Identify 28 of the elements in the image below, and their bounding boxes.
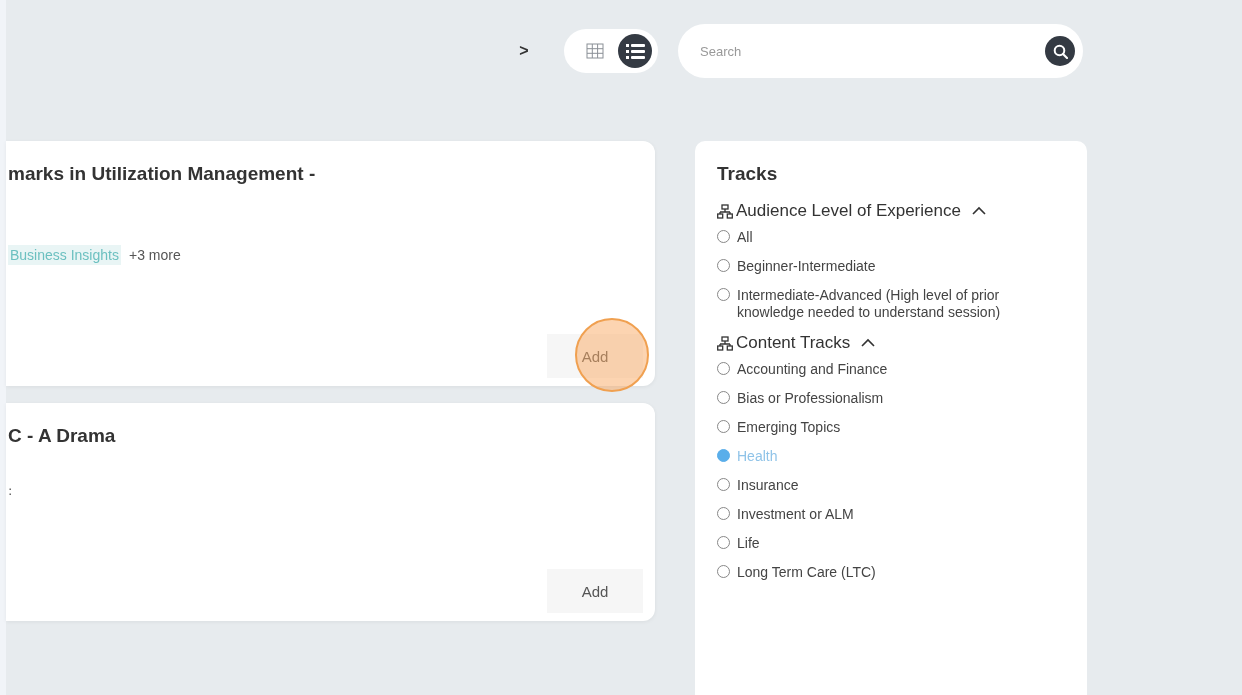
grid-icon: [586, 43, 604, 59]
option-label[interactable]: Life: [737, 535, 760, 552]
option-label[interactable]: Insurance: [737, 477, 799, 494]
radio-button[interactable]: [717, 449, 730, 462]
option-label[interactable]: Accounting and Finance: [737, 361, 888, 378]
option-label[interactable]: Emerging Topics: [737, 419, 841, 436]
option-label[interactable]: Beginner-Intermediate: [737, 258, 876, 275]
topic-tag: Business Insights: [8, 245, 121, 265]
panel-title: Tracks: [717, 163, 779, 185]
more-tags-link[interactable]: +3 more: [128, 247, 181, 263]
group-label[interactable]: Content Tracks: [736, 333, 851, 353]
hierarchy-icon: [717, 203, 733, 219]
next-button[interactable]: >: [514, 42, 534, 60]
list-view-button[interactable]: [618, 34, 652, 68]
add-button[interactable]: Add: [547, 569, 643, 613]
session-title[interactable]: C - A Drama: [8, 425, 643, 447]
option-label[interactable]: Intermediate-Advanced (High level of prior knowledge needed to understand session): [737, 287, 1047, 321]
option-label[interactable]: All: [737, 229, 753, 246]
session-title[interactable]: marks in Utilization Management -: [8, 163, 643, 185]
search-field[interactable]: Search: [678, 24, 1083, 78]
option-label[interactable]: Bias or Professionalism: [737, 390, 884, 407]
search-icon: [1052, 43, 1068, 59]
group-label[interactable]: Audience Level of Experience: [736, 201, 961, 221]
list-icon: [625, 42, 645, 60]
option-label[interactable]: Investment or ALM: [737, 506, 854, 523]
option-label[interactable]: Long Term Care (LTC): [737, 564, 876, 581]
hierarchy-icon: [717, 335, 733, 351]
session-meta: :: [8, 483, 14, 498]
